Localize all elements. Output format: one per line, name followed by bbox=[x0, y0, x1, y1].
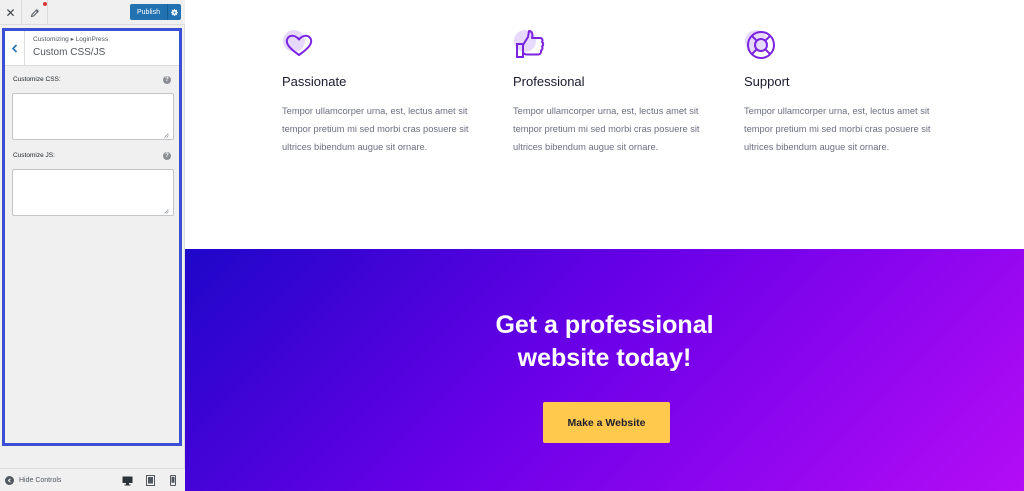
cta-heading-line: Get a professional bbox=[495, 311, 714, 339]
question-icon[interactable]: ? bbox=[163, 152, 171, 160]
customizer-footer: Hide Controls bbox=[0, 468, 185, 491]
mobile-icon bbox=[169, 475, 176, 486]
tablet-icon bbox=[146, 475, 155, 486]
custom-css-js-section: Customizing ▸ LoginPress Custom CSS/JS C… bbox=[2, 28, 182, 446]
hide-controls-button[interactable]: Hide Controls bbox=[5, 474, 61, 486]
section-title: Custom CSS/JS bbox=[33, 47, 106, 58]
heart-icon bbox=[283, 30, 313, 56]
feature-text: Tempor ullamcorper urna, est, lectus ame… bbox=[513, 106, 700, 152]
customizer-sidebar: ✕ Publish Customizing ▸ LoginPress Custo… bbox=[0, 0, 185, 491]
breadcrumb: Customizing ▸ LoginPress bbox=[33, 36, 109, 43]
desktop-icon bbox=[122, 476, 133, 485]
cta-section: Get a professional website today! Make a… bbox=[185, 249, 1024, 491]
custom-css-label: Customize CSS: bbox=[13, 76, 61, 83]
custom-js-textarea[interactable] bbox=[12, 169, 174, 216]
feature-text: Tempor ullamcorper urna, est, lectus ame… bbox=[282, 106, 469, 152]
feature-passionate: Passionate Tempor ullamcorper urna, est,… bbox=[282, 28, 469, 152]
preview-tablet-button[interactable] bbox=[145, 475, 156, 486]
resize-handle-icon[interactable] bbox=[164, 209, 169, 214]
feature-professional: Professional Tempor ullamcorper urna, es… bbox=[513, 28, 700, 152]
feature-title: Support bbox=[744, 74, 790, 89]
publish-settings-button[interactable] bbox=[167, 4, 181, 20]
resize-handle-icon[interactable] bbox=[164, 133, 169, 138]
gear-icon bbox=[171, 8, 178, 16]
customizer-toolbar: ✕ Publish bbox=[0, 0, 185, 25]
custom-js-wrapper bbox=[5, 169, 179, 216]
feature-support: Support Tempor ullamcorper urna, est, le… bbox=[744, 28, 931, 152]
custom-css-wrapper bbox=[5, 93, 179, 140]
lifebuoy-icon bbox=[745, 30, 775, 59]
preview-mobile-button[interactable] bbox=[167, 475, 178, 486]
feature-text: Tempor ullamcorper urna, est, lectus ame… bbox=[744, 106, 931, 152]
close-customizer-button[interactable]: ✕ bbox=[0, 0, 22, 25]
publish-label: Publish bbox=[137, 8, 160, 16]
cta-heading: Get a professional website today! bbox=[185, 309, 1024, 375]
preview-desktop-button[interactable] bbox=[122, 475, 133, 486]
site-preview: Passionate Tempor ullamcorper urna, est,… bbox=[185, 0, 1024, 491]
custom-css-textarea[interactable] bbox=[12, 93, 174, 140]
chevron-left-icon bbox=[11, 43, 18, 53]
custom-js-label: Customize JS: bbox=[13, 152, 55, 159]
pencil-icon bbox=[30, 8, 39, 17]
question-icon[interactable]: ? bbox=[163, 76, 171, 84]
section-header: Customizing ▸ LoginPress Custom CSS/JS bbox=[5, 31, 179, 66]
make-website-button[interactable]: Make a Website bbox=[543, 402, 670, 443]
back-button[interactable] bbox=[5, 31, 25, 65]
close-icon: ✕ bbox=[5, 5, 16, 20]
collapse-icon bbox=[5, 475, 14, 485]
unsaved-changes-dot bbox=[43, 2, 47, 6]
cta-heading-line: website today! bbox=[517, 344, 692, 372]
publish-button[interactable]: Publish bbox=[130, 4, 181, 20]
feature-title: Passionate bbox=[282, 74, 347, 89]
hide-controls-label: Hide Controls bbox=[19, 476, 62, 484]
feature-title: Professional bbox=[513, 74, 585, 89]
thumbs-up-icon bbox=[514, 30, 545, 58]
